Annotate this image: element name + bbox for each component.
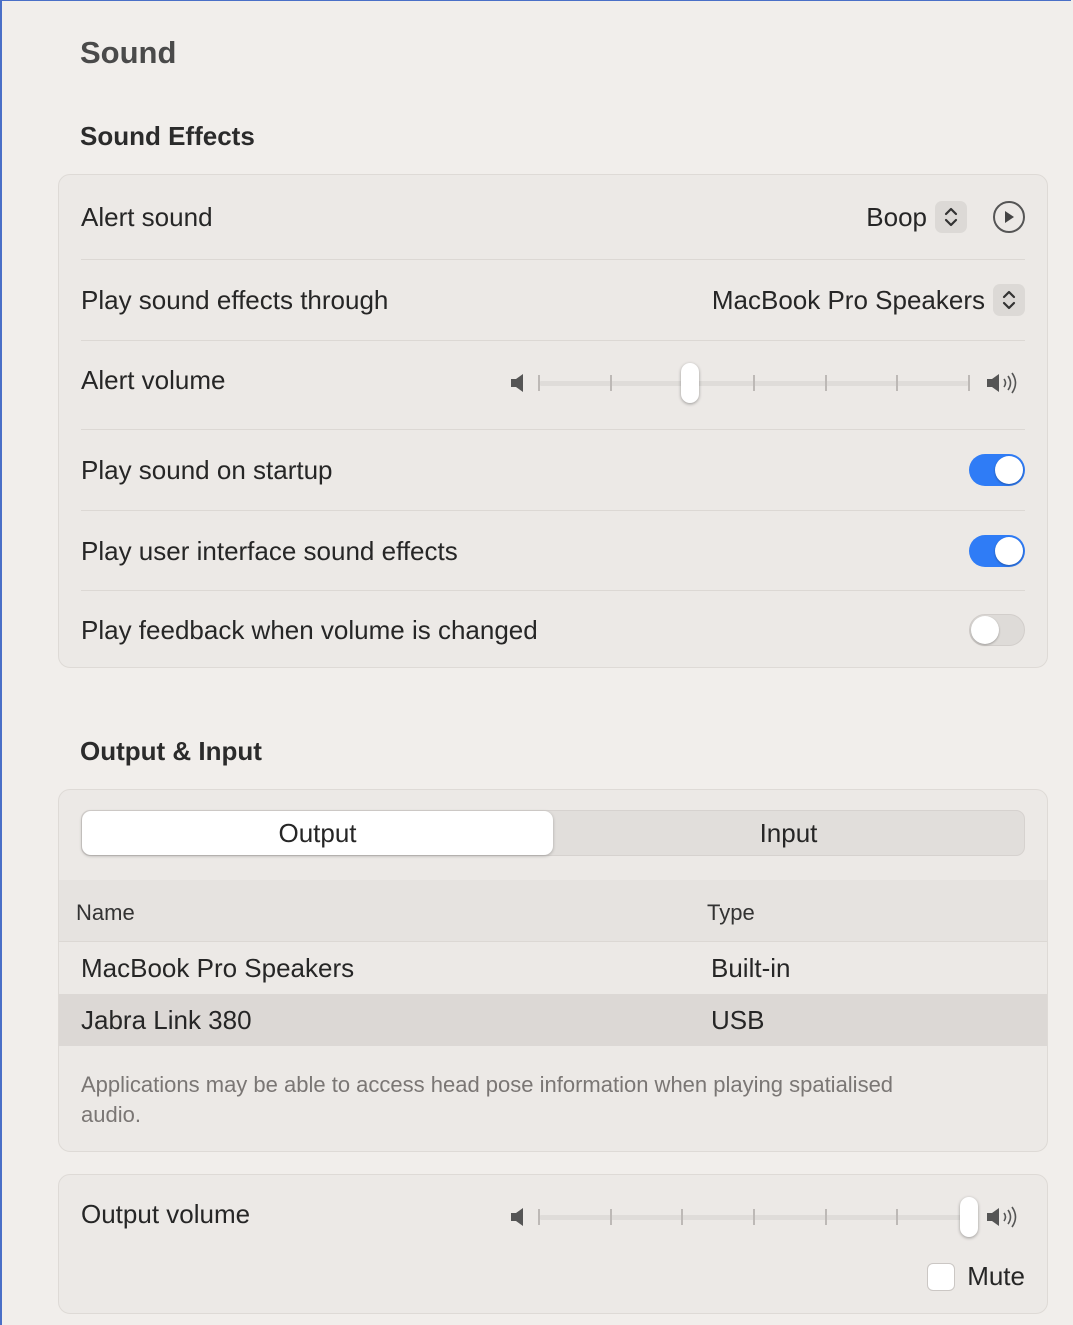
- alert-volume-slider[interactable]: [509, 361, 1025, 405]
- sound-effects-card: Alert sound Boop Play sound effects thro…: [58, 174, 1048, 668]
- play-through-label: Play sound effects through: [81, 284, 389, 315]
- output-volume-slider[interactable]: [509, 1195, 1025, 1239]
- slider-tick: [753, 375, 755, 391]
- slider-tick: [896, 375, 899, 391]
- device-table-header: Name Type: [59, 880, 1047, 942]
- feedback-row: Play feedback when volume is changed: [59, 591, 1047, 669]
- output-input-segmented-control: Output Input: [81, 810, 1025, 856]
- volume-low-icon: [509, 371, 529, 400]
- toggle-knob: [971, 616, 999, 644]
- alert-sound-label: Alert sound: [81, 201, 213, 232]
- slider-tick: [538, 375, 540, 391]
- startup-label: Play sound on startup: [81, 454, 333, 485]
- alert-sound-row: Alert sound Boop: [59, 175, 1047, 259]
- alert-sound-value: Boop: [866, 201, 927, 232]
- tab-input[interactable]: Input: [553, 811, 1024, 855]
- alert-sound-popup[interactable]: Boop: [866, 201, 1025, 233]
- window-frame: Sound Sound Effects Alert sound Boop Pla…: [0, 0, 1071, 1325]
- slider-thumb[interactable]: [680, 363, 699, 403]
- volume-low-icon: [509, 1205, 529, 1234]
- device-name: MacBook Pro Speakers: [81, 953, 355, 983]
- table-row[interactable]: Jabra Link 380 USB: [59, 994, 1047, 1046]
- device-name: Jabra Link 380: [81, 1005, 252, 1035]
- page-title: Sound: [80, 35, 177, 70]
- slider-tick: [609, 1209, 612, 1225]
- section-title-output-input: Output & Input: [80, 736, 262, 766]
- tab-output[interactable]: Output: [82, 811, 553, 855]
- alert-volume-row: Alert volume: [59, 341, 1047, 429]
- mute-checkbox[interactable]: [927, 1262, 956, 1291]
- ui-effects-toggle[interactable]: [969, 535, 1025, 567]
- slider-tick: [753, 1209, 755, 1225]
- mute-control[interactable]: Mute: [927, 1261, 1025, 1292]
- slider-tick: [681, 1209, 684, 1225]
- ui-effects-row: Play user interface sound effects: [59, 511, 1047, 591]
- table-row[interactable]: MacBook Pro Speakers Built-in: [59, 942, 1047, 994]
- slider-thumb[interactable]: [960, 1197, 978, 1237]
- device-type: Built-in: [711, 953, 791, 983]
- volume-high-icon: [985, 371, 1025, 400]
- column-header-name[interactable]: Name: [76, 900, 135, 926]
- slider-tick: [824, 1209, 827, 1225]
- startup-toggle[interactable]: [969, 454, 1025, 486]
- chevron-up-down-icon: [993, 284, 1025, 316]
- slider-tick: [824, 375, 827, 391]
- spatial-audio-note: Applications may be able to access head …: [81, 1072, 894, 1127]
- mute-label: Mute: [967, 1261, 1025, 1291]
- slider-tick: [538, 1209, 540, 1225]
- slider-tick: [968, 375, 970, 391]
- slider-tick: [609, 375, 612, 391]
- play-through-row: Play sound effects through MacBook Pro S…: [59, 260, 1047, 340]
- feedback-toggle[interactable]: [969, 614, 1025, 646]
- play-through-value: MacBook Pro Speakers: [711, 284, 985, 315]
- output-volume-card: Output volume Mute: [58, 1174, 1048, 1314]
- alert-volume-label: Alert volume: [81, 365, 226, 395]
- toggle-knob: [995, 456, 1023, 484]
- feedback-label: Play feedback when volume is changed: [81, 614, 538, 645]
- slider-tick: [896, 1209, 899, 1225]
- output-volume-label: Output volume: [81, 1199, 251, 1229]
- chevron-up-down-icon: [935, 201, 967, 233]
- ui-effects-label: Play user interface sound effects: [81, 535, 458, 566]
- column-header-type[interactable]: Type: [707, 900, 755, 926]
- output-input-card: Output Input Name Type MacBook Pro Speak…: [58, 789, 1048, 1152]
- play-icon[interactable]: [993, 201, 1025, 233]
- toggle-knob: [995, 537, 1023, 565]
- volume-high-icon: [985, 1205, 1025, 1234]
- startup-row: Play sound on startup: [59, 430, 1047, 510]
- play-through-popup[interactable]: MacBook Pro Speakers: [712, 284, 1025, 316]
- device-type: USB: [711, 1005, 765, 1035]
- section-title-sound-effects: Sound Effects: [80, 121, 255, 151]
